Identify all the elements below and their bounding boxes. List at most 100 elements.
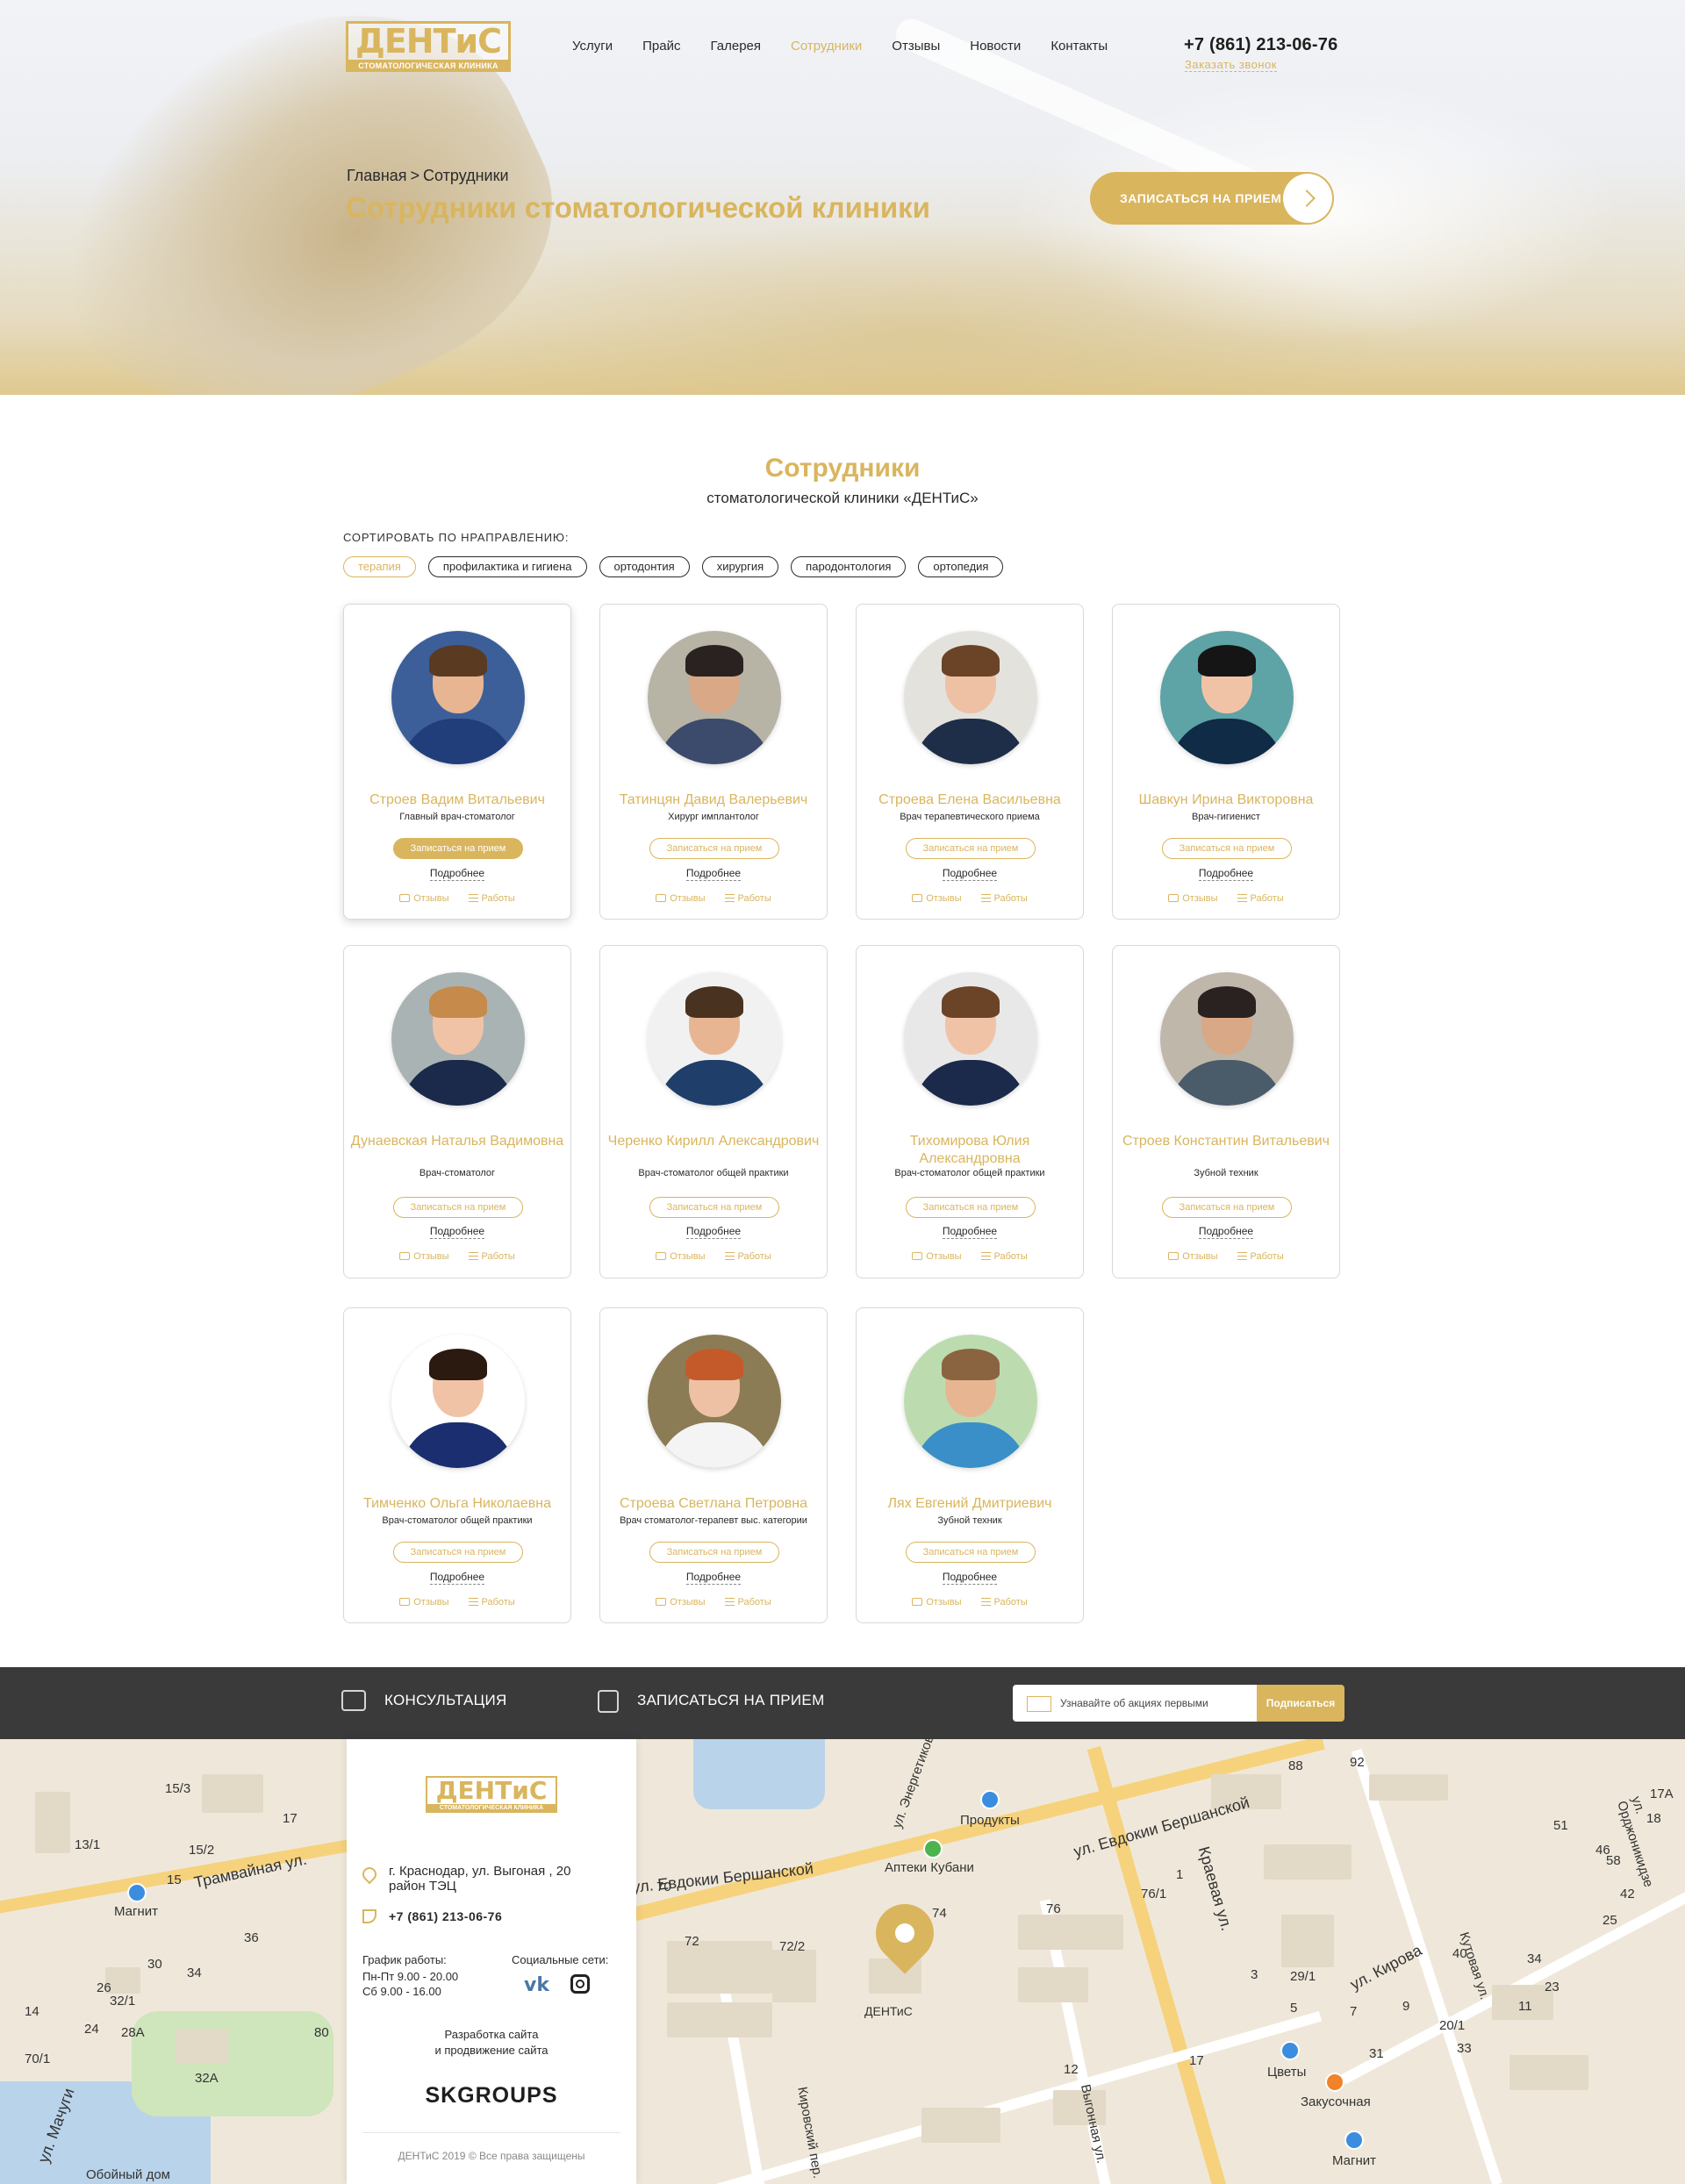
- nav-item-services[interactable]: Услуги: [572, 39, 613, 54]
- staff-book-button[interactable]: Записаться на прием: [649, 838, 779, 859]
- staff-reviews-link[interactable]: Отзывы: [399, 1251, 449, 1262]
- staff-more-link[interactable]: Подробнее: [600, 867, 827, 881]
- staff-name[interactable]: Шавкун Ирина Викторовна: [1118, 791, 1334, 809]
- staff-name[interactable]: Дунаевская Наталья Вадимовна: [349, 1133, 565, 1150]
- staff-reviews-link[interactable]: Отзывы: [1168, 1251, 1218, 1262]
- staff-book-button[interactable]: Записаться на прием: [393, 1197, 523, 1218]
- staff-card[interactable]: Черенко Кирилл Александрович Врач-стомато…: [599, 945, 828, 1278]
- staff-book-button[interactable]: Записаться на прием: [649, 1542, 779, 1563]
- nav-item-staff[interactable]: Сотрудники: [791, 39, 862, 54]
- subscribe-input[interactable]: Узнавайте об акциях первыми: [1013, 1685, 1257, 1722]
- breadcrumb-home[interactable]: Главная: [347, 167, 407, 184]
- staff-name[interactable]: Татинцян Давид Валерьевич: [606, 791, 821, 809]
- staff-works-link[interactable]: Работы: [468, 1597, 515, 1608]
- pharmacy-icon[interactable]: [923, 1839, 943, 1858]
- shop-icon[interactable]: [980, 1790, 1000, 1809]
- shop-icon[interactable]: [127, 1883, 147, 1902]
- staff-photo[interactable]: [648, 631, 781, 764]
- vk-icon[interactable]: vk: [524, 1974, 549, 1996]
- staff-reviews-link[interactable]: Отзывы: [399, 893, 449, 904]
- filter-orthopedics[interactable]: ортопедия: [918, 556, 1004, 577]
- staff-book-button[interactable]: Записаться на прием: [1162, 1197, 1292, 1218]
- staff-reviews-link[interactable]: Отзывы: [656, 1597, 706, 1608]
- staff-book-button[interactable]: Записаться на прием: [393, 838, 523, 859]
- staff-name[interactable]: Строев Вадим Витальевич: [349, 791, 565, 809]
- staff-book-button[interactable]: Записаться на прием: [1162, 838, 1292, 859]
- developer-logo[interactable]: SKGROUPS: [347, 2083, 636, 2109]
- staff-card[interactable]: Дунаевская Наталья Вадимовна Врач-стомато…: [343, 945, 571, 1278]
- staff-reviews-link[interactable]: Отзывы: [656, 1251, 706, 1262]
- staff-works-link[interactable]: Работы: [468, 893, 515, 904]
- filter-orthodontics[interactable]: ортодонтия: [599, 556, 690, 577]
- consultation-link[interactable]: КОНСУЛЬТАЦИЯ: [384, 1692, 507, 1709]
- staff-card[interactable]: Тихомирова Юлия Александровна Врач-стомат…: [856, 945, 1084, 1278]
- staff-reviews-link[interactable]: Отзывы: [912, 893, 962, 904]
- staff-more-link[interactable]: Подробнее: [600, 1225, 827, 1239]
- staff-book-button[interactable]: Записаться на прием: [393, 1542, 523, 1563]
- staff-reviews-link[interactable]: Отзывы: [912, 1251, 962, 1262]
- staff-name[interactable]: Тимченко Ольга Николаевна: [349, 1495, 565, 1513]
- map[interactable]: Трамвайная ул. ул. Евдокии Бершанской ул…: [0, 1739, 1685, 2184]
- staff-book-button[interactable]: Записаться на прием: [906, 1197, 1036, 1218]
- staff-more-link[interactable]: Подробнее: [344, 1225, 570, 1239]
- nav-item-reviews[interactable]: Отзывы: [892, 39, 940, 54]
- footer-logo[interactable]: ДЕНТиС стоматологическая клиника: [426, 1776, 557, 1813]
- staff-more-link[interactable]: Подробнее: [344, 1571, 570, 1585]
- staff-more-link[interactable]: Подробнее: [857, 1571, 1083, 1585]
- staff-works-link[interactable]: Работы: [980, 893, 1028, 904]
- staff-reviews-link[interactable]: Отзывы: [1168, 893, 1218, 904]
- staff-card[interactable]: Строев Константин Витальевич Зубной техни…: [1112, 945, 1340, 1278]
- staff-more-link[interactable]: Подробнее: [344, 867, 570, 881]
- staff-reviews-link[interactable]: Отзывы: [399, 1597, 449, 1608]
- staff-card[interactable]: Строев Вадим Витальевич Главный врач-стом…: [343, 604, 571, 920]
- staff-more-link[interactable]: Подробнее: [857, 1225, 1083, 1239]
- instagram-icon[interactable]: [570, 1974, 590, 1994]
- staff-card[interactable]: Строева Светлана Петровна Врач стоматолог…: [599, 1307, 828, 1623]
- staff-works-link[interactable]: Работы: [468, 1251, 515, 1262]
- footer-phone[interactable]: +7 (861) 213-06-76: [389, 1909, 502, 1923]
- staff-works-link[interactable]: Работы: [980, 1597, 1028, 1608]
- filter-surgery[interactable]: хирургия: [701, 556, 779, 577]
- staff-name[interactable]: Строева Елена Васильевна: [862, 791, 1078, 809]
- staff-more-link[interactable]: Подробнее: [857, 867, 1083, 881]
- staff-card[interactable]: Тимченко Ольга Николаевна Врач-стоматолог…: [343, 1307, 571, 1623]
- staff-works-link[interactable]: Работы: [1237, 1251, 1284, 1262]
- nav-item-gallery[interactable]: Галерея: [711, 39, 762, 54]
- staff-name[interactable]: Тихомирова Юлия Александровна: [862, 1133, 1078, 1168]
- staff-card[interactable]: Лях Евгений Дмитриевич Зубной техник Запис…: [856, 1307, 1084, 1623]
- staff-book-button[interactable]: Записаться на прием: [649, 1197, 779, 1218]
- callback-link[interactable]: Заказать звонок: [1185, 58, 1277, 72]
- staff-reviews-link[interactable]: Отзывы: [656, 893, 706, 904]
- staff-photo[interactable]: [904, 631, 1037, 764]
- staff-photo[interactable]: [391, 631, 525, 764]
- filter-therapy[interactable]: терапия: [343, 556, 416, 577]
- nav-item-prices[interactable]: Прайс: [642, 39, 680, 54]
- book-appointment-button[interactable]: ЗАПИСАТЬСЯ НА ПРИЕМ: [1090, 172, 1334, 225]
- staff-works-link[interactable]: Работы: [980, 1251, 1028, 1262]
- staff-photo[interactable]: [904, 972, 1037, 1106]
- header-phone[interactable]: +7 (861) 213-06-76: [1184, 35, 1337, 55]
- filter-periodontology[interactable]: пародонтология: [791, 556, 907, 577]
- staff-photo[interactable]: [391, 972, 525, 1106]
- shop-icon[interactable]: [1344, 2130, 1364, 2150]
- staff-works-link[interactable]: Работы: [724, 1251, 771, 1262]
- nav-item-contacts[interactable]: Контакты: [1050, 39, 1108, 54]
- staff-works-link[interactable]: Работы: [724, 1597, 771, 1608]
- staff-reviews-link[interactable]: Отзывы: [912, 1597, 962, 1608]
- staff-name[interactable]: Строев Константин Витальевич: [1118, 1133, 1334, 1150]
- site-logo[interactable]: ДЕНТиС стоматологическая клиника: [346, 21, 511, 72]
- staff-more-link[interactable]: Подробнее: [1113, 867, 1339, 881]
- staff-name[interactable]: Строева Светлана Петровна: [606, 1495, 821, 1513]
- staff-name[interactable]: Лях Евгений Дмитриевич: [862, 1495, 1078, 1513]
- staff-name[interactable]: Черенко Кирилл Александрович: [606, 1133, 821, 1150]
- staff-works-link[interactable]: Работы: [1237, 893, 1284, 904]
- staff-photo[interactable]: [648, 972, 781, 1106]
- staff-more-link[interactable]: Подробнее: [600, 1571, 827, 1585]
- staff-photo[interactable]: [648, 1335, 781, 1468]
- staff-photo[interactable]: [391, 1335, 525, 1468]
- staff-card[interactable]: Татинцян Давид Валерьевич Хирург импланто…: [599, 604, 828, 920]
- flower-shop-icon[interactable]: [1280, 2041, 1300, 2060]
- staff-works-link[interactable]: Работы: [724, 893, 771, 904]
- staff-book-button[interactable]: Записаться на прием: [906, 838, 1036, 859]
- staff-photo[interactable]: [1160, 972, 1294, 1106]
